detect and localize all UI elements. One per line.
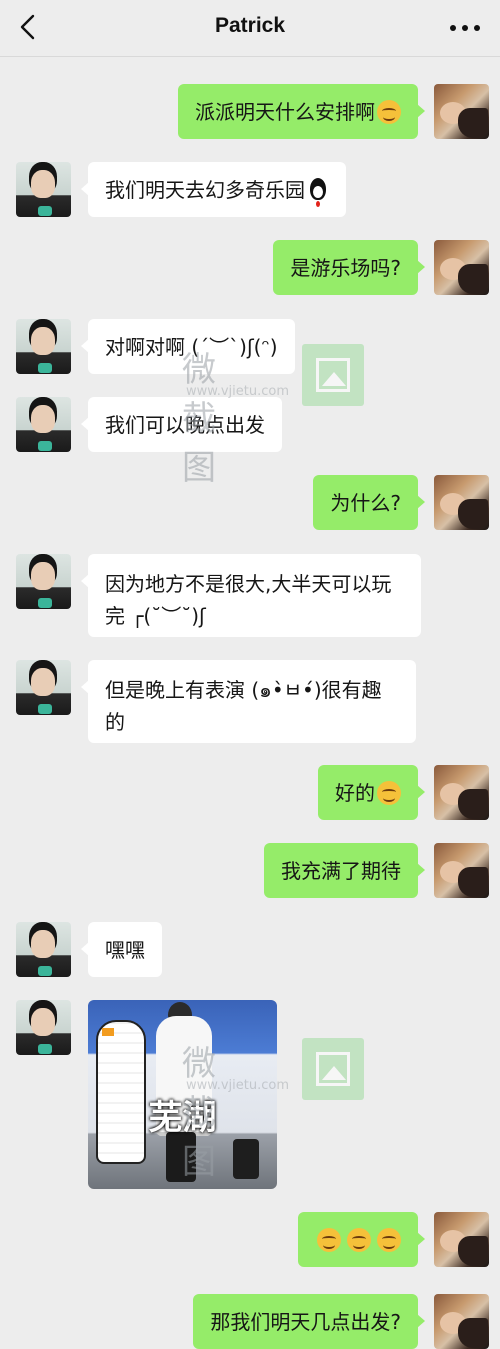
message-bubble-sent[interactable]: 好的 <box>318 765 425 820</box>
message-bubble-sent[interactable]: 是游乐场吗? <box>273 240 425 295</box>
message-bubble-sent[interactable]: 我充满了期待 <box>264 843 425 898</box>
message-text: 因为地方不是很大,大半天可以玩完 ┌(˘︶˘)ʃ <box>105 572 392 628</box>
friend-avatar[interactable] <box>16 162 71 217</box>
image-placeholder-icon <box>302 1038 364 1100</box>
message-bubble-sent[interactable] <box>298 1212 425 1267</box>
message-text: 好的 <box>335 780 375 805</box>
message-text: 那我们明天几点出发? <box>210 1309 401 1334</box>
message-text: 我充满了期待 <box>281 858 401 883</box>
chat-title: Patrick <box>214 14 286 37</box>
message-text: 为什么? <box>330 490 401 515</box>
goose-beak <box>102 1028 114 1036</box>
tears-of-joy-emoji-icon <box>377 1227 401 1252</box>
grin-emoji-icon <box>377 780 401 805</box>
message-text: 派派明天什么安排啊 <box>195 99 375 124</box>
chat-header: Patrick <box>0 0 500 57</box>
my-avatar[interactable] <box>434 1212 489 1267</box>
friend-avatar[interactable] <box>16 1000 71 1055</box>
message-text: 嘿嘿 <box>105 937 145 962</box>
image-placeholder-icon <box>302 344 364 406</box>
tears-of-joy-emoji-icon <box>317 1227 341 1252</box>
watermark-text: 微截图 <box>182 350 218 488</box>
my-avatar[interactable] <box>434 1294 489 1349</box>
message-bubble-received[interactable]: 嘿嘿 <box>81 922 162 977</box>
more-dot <box>462 25 468 31</box>
friend-avatar[interactable] <box>16 660 71 715</box>
qq-penguin-icon <box>307 177 329 202</box>
speaker-prop <box>233 1139 259 1179</box>
my-avatar[interactable] <box>434 84 489 139</box>
message-bubble-sent[interactable]: 派派明天什么安排啊 <box>178 84 425 139</box>
more-dots-icon <box>450 25 456 31</box>
friend-avatar[interactable] <box>16 922 71 977</box>
message-bubble-sent[interactable]: 为什么? <box>313 475 425 530</box>
watermark-url: www.vjietu.com <box>186 1078 289 1093</box>
my-avatar[interactable] <box>434 240 489 295</box>
message-bubble-received[interactable]: 但是晚上有表演 (๑•̀ㅂ•́)很有趣的 <box>81 660 416 743</box>
friend-avatar[interactable] <box>16 554 71 609</box>
my-avatar[interactable] <box>434 843 489 898</box>
watermark-text: 微截图 <box>182 1044 218 1182</box>
message-text: 是游乐场吗? <box>290 255 401 280</box>
more-dot <box>474 25 480 31</box>
friend-avatar[interactable] <box>16 319 71 374</box>
message-text: 但是晚上有表演 (๑•̀ㅂ•́)很有趣的 <box>105 678 382 734</box>
blush-emoji-icon <box>377 99 401 124</box>
more-options-button[interactable] <box>448 14 482 42</box>
message-text: 我们明天去幻多奇乐园 <box>105 177 305 202</box>
friend-avatar[interactable] <box>16 397 71 452</box>
watermark-url: www.vjietu.com <box>186 384 289 399</box>
message-bubble-received[interactable]: 我们明天去幻多奇乐园 <box>81 162 346 217</box>
message-bubble-received[interactable]: 因为地方不是很大,大半天可以玩完 ┌(˘︶˘)ʃ <box>81 554 421 637</box>
tears-of-joy-emoji-icon <box>347 1227 371 1252</box>
message-bubble-sent[interactable]: 那我们明天几点出发? <box>193 1294 425 1349</box>
my-avatar[interactable] <box>434 475 489 530</box>
my-avatar[interactable] <box>434 765 489 820</box>
